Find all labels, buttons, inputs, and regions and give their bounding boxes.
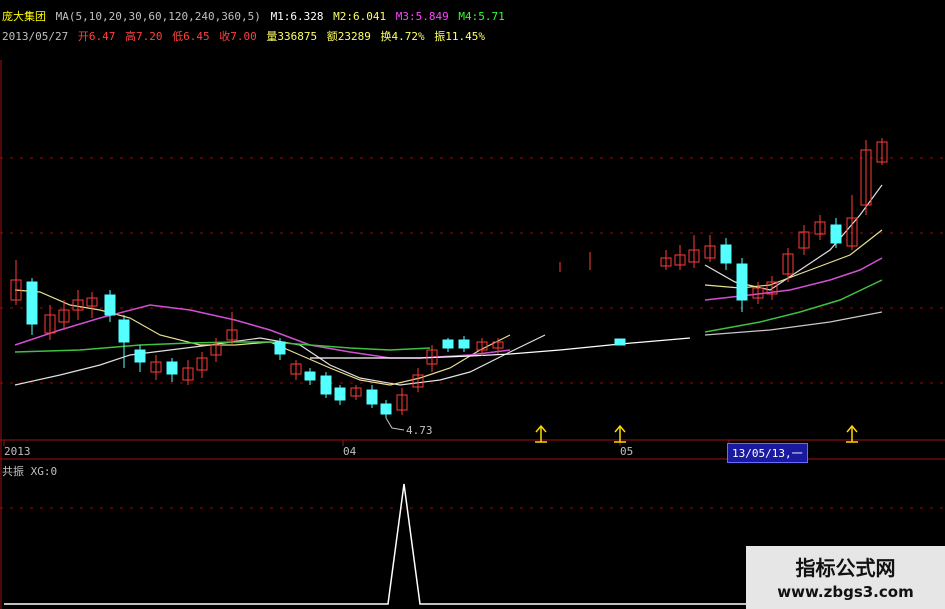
candle bbox=[614, 338, 626, 346]
candle bbox=[304, 371, 316, 381]
candle bbox=[274, 341, 286, 355]
ma-yellow-line bbox=[14, 289, 511, 386]
ma-right-gray bbox=[704, 311, 883, 336]
candle bbox=[334, 387, 346, 401]
candle bbox=[366, 389, 378, 405]
candle bbox=[830, 224, 842, 244]
candles-left bbox=[10, 252, 626, 418]
low-marker-line bbox=[385, 417, 405, 431]
candle bbox=[442, 339, 454, 349]
watermark: 指标公式网 www.zbgs3.com bbox=[746, 546, 945, 609]
candle bbox=[134, 349, 146, 363]
candle bbox=[26, 281, 38, 325]
candle bbox=[380, 403, 392, 415]
candle bbox=[118, 319, 130, 343]
watermark-title: 指标公式网 bbox=[795, 556, 896, 580]
date-tooltip: 13/05/13,一 bbox=[727, 443, 808, 463]
indicator-line bbox=[4, 483, 750, 605]
kline-chart[interactable] bbox=[0, 0, 945, 609]
watermark-url: www.zbgs3.com bbox=[777, 583, 914, 601]
axis-label-year: 2013 bbox=[4, 445, 31, 458]
candle bbox=[104, 294, 116, 316]
axis-label-may: 05 bbox=[620, 445, 634, 458]
indicator-title: 共振 XG:0 bbox=[2, 465, 58, 478]
candle bbox=[320, 375, 332, 395]
low-price-label: 4.73 bbox=[406, 424, 433, 437]
candle bbox=[166, 361, 178, 375]
candle bbox=[736, 263, 748, 301]
candles-right bbox=[660, 138, 888, 312]
candle bbox=[458, 339, 470, 349]
axis-label-april: 04 bbox=[343, 445, 357, 458]
candle bbox=[720, 244, 732, 264]
